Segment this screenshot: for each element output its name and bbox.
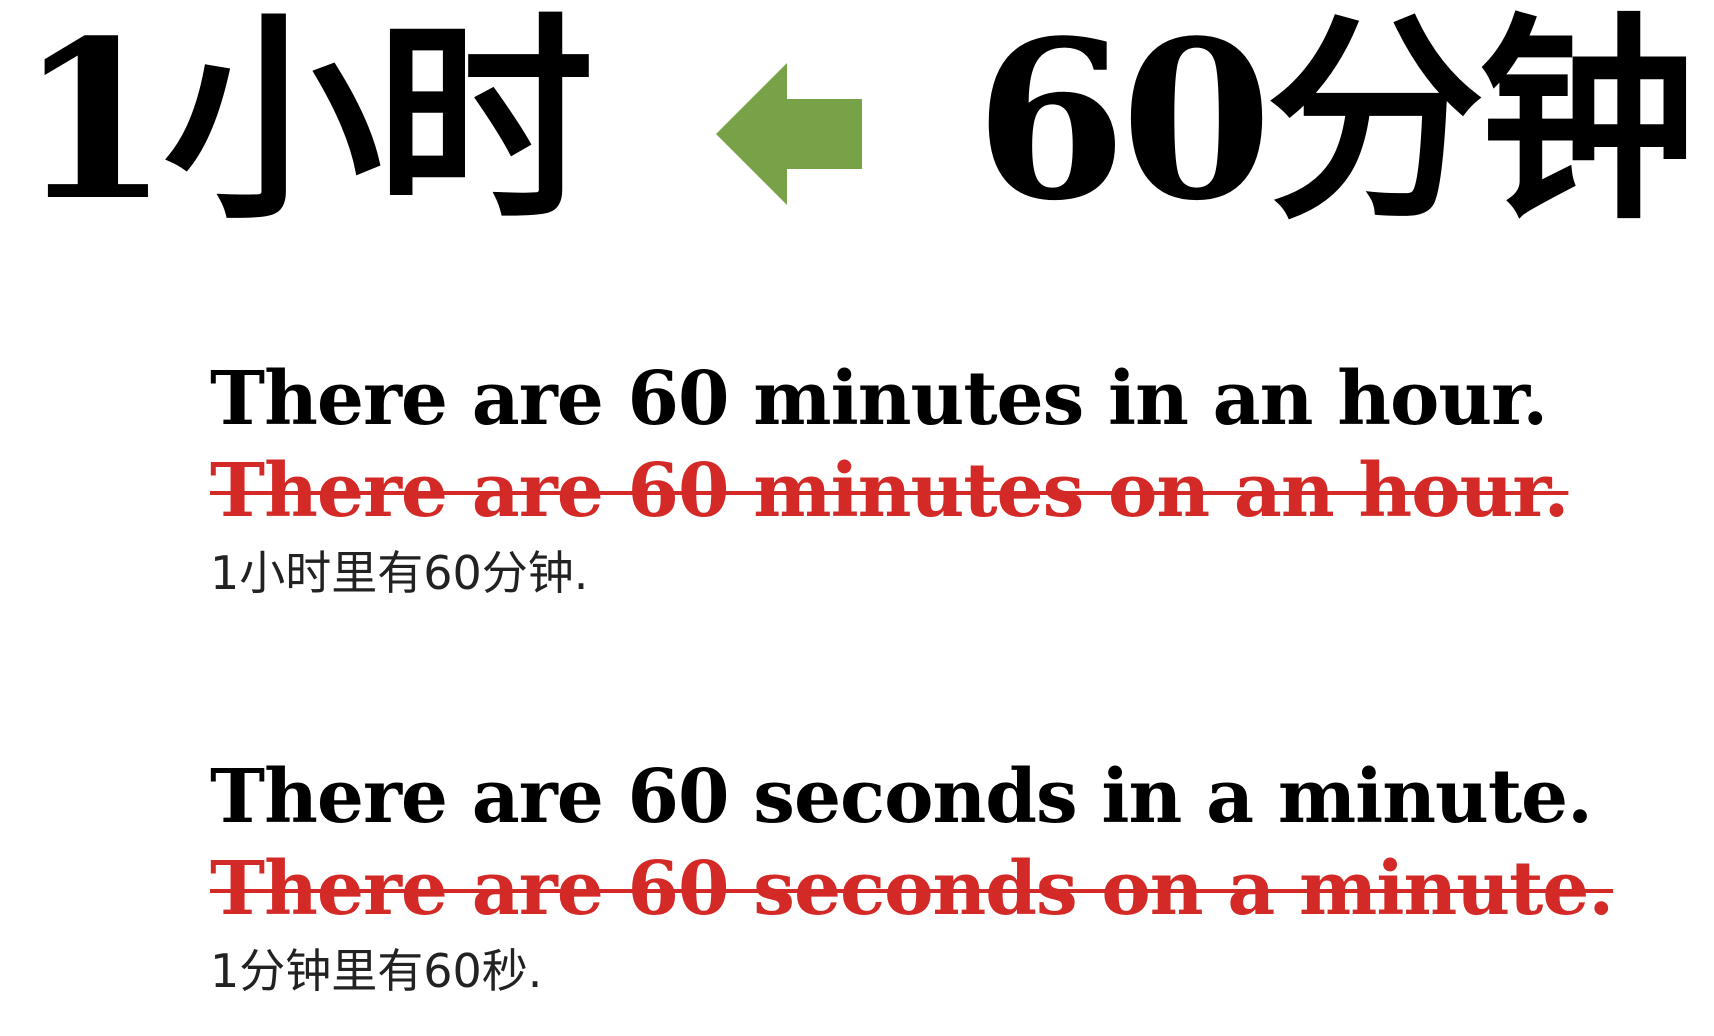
- correct-sentence: There are 60 seconds in a minute.: [210, 754, 1593, 840]
- incorrect-sentence: There are 60 minutes on an hour.: [210, 448, 1569, 534]
- example-block-minute: There are 60 seconds in a minute. There …: [210, 754, 1614, 998]
- arrow-shape: [716, 63, 862, 205]
- example-block-hour: There are 60 minutes in an hour. There a…: [210, 356, 1569, 600]
- chinese-translation: 1小时里有60分钟.: [210, 546, 589, 600]
- arrow-left-icon: [716, 63, 862, 205]
- correct-sentence: There are 60 minutes in an hour.: [210, 356, 1548, 442]
- headline-left: 1小时: [18, 0, 594, 249]
- headline-right: 60分钟: [975, 0, 1696, 249]
- chinese-translation: 1分钟里有60秒.: [210, 944, 543, 998]
- incorrect-sentence: There are 60 seconds on a minute.: [210, 846, 1614, 932]
